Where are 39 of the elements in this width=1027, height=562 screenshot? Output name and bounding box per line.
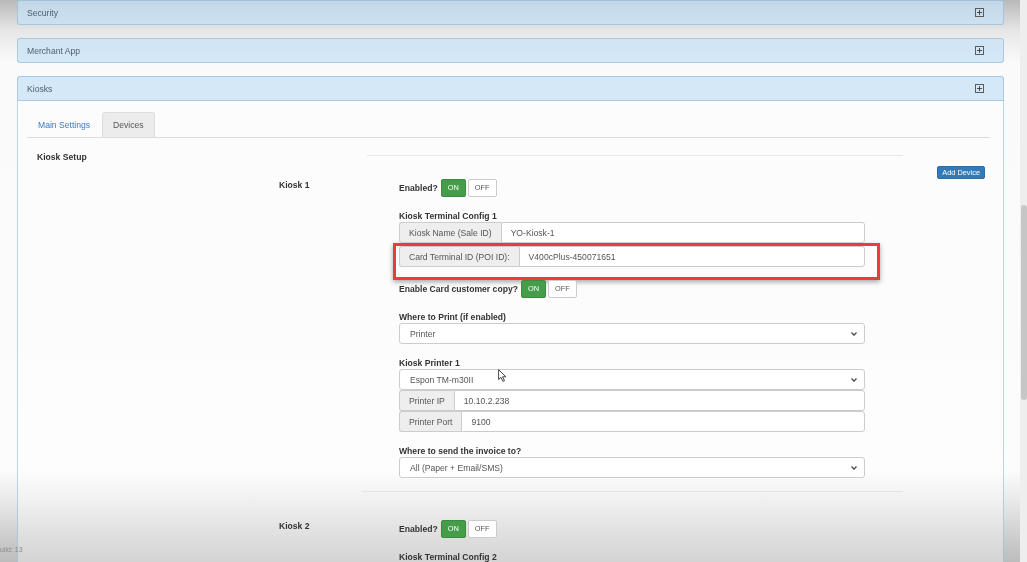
panel-title: Kiosks — [27, 83, 53, 94]
scrollbar-track[interactable] — [1020, 0, 1027, 562]
field-group-label: Kiosk Terminal Config 2 — [399, 552, 497, 562]
cursor-icon — [498, 369, 507, 382]
tab[interactable]: Main Settings — [27, 112, 102, 137]
plus-icon[interactable] — [975, 8, 984, 17]
field-group-label: Kiosk Printer 1 — [399, 358, 460, 368]
chevron-down-icon — [851, 377, 857, 382]
plus-icon[interactable] — [975, 46, 984, 55]
tab[interactable]: Devices — [102, 112, 155, 137]
toggle-label: Enabled? — [399, 183, 438, 193]
panel-header[interactable]: Kiosks — [17, 76, 1004, 101]
toggle-label: Enabled? — [399, 524, 438, 534]
chevron-down-icon — [851, 331, 857, 336]
kiosk-name: Kiosk 2 — [279, 520, 310, 532]
field-group-label: Where to send the invoice to? — [399, 446, 522, 456]
section-title: Kiosk Setup — [37, 152, 87, 162]
input-field[interactable]: YO-Kiosk-1 — [500, 222, 865, 243]
input-field[interactable]: 10.10.2.238 — [453, 390, 865, 411]
field-label: Kiosk Name (Sale ID) — [399, 222, 501, 243]
select-field[interactable]: All (Paper + Email/SMS) — [399, 457, 865, 478]
input-field[interactable]: V400cPlus-450071651 — [518, 246, 865, 267]
chevron-down-icon — [851, 465, 857, 470]
panel-header[interactable]: Security — [17, 0, 1004, 25]
field-group-label: Where to Print (if enabled) — [399, 312, 506, 322]
panel-title: Security — [27, 7, 59, 18]
field-group-label: Kiosk Terminal Config 1 — [399, 211, 497, 221]
select-field[interactable]: Printer — [399, 323, 865, 344]
panel-header[interactable]: Merchant App — [17, 38, 1004, 63]
field-label: Printer Port — [399, 411, 462, 432]
field-label: Printer IP — [399, 390, 454, 411]
panel-title: Merchant App — [27, 45, 81, 56]
input-field[interactable]: 9100 — [461, 411, 865, 432]
plus-icon[interactable] — [975, 84, 984, 93]
kiosk-name: Kiosk 1 — [279, 179, 310, 191]
select-field[interactable]: Espon TM-m30II — [399, 369, 865, 390]
toggle-label: Enable Card customer copy? — [399, 284, 518, 294]
scrollbar-thumb[interactable] — [1021, 205, 1027, 400]
field-label: Card Terminal ID (POI ID): — [399, 246, 519, 267]
